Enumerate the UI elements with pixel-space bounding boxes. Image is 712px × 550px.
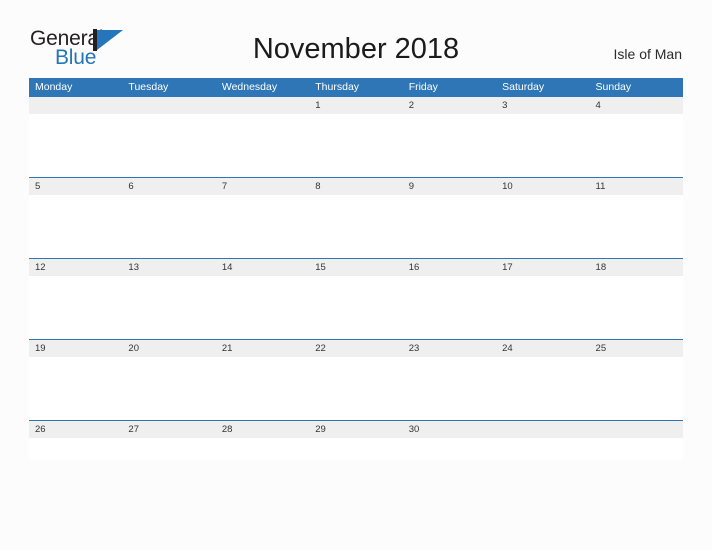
weekday-header-wednesday: Wednesday — [221, 81, 278, 93]
week-date-band: 26 27 28 29 30 — [29, 420, 683, 438]
day-cell[interactable]: 5 — [29, 178, 122, 195]
calendar-week-row: 19 20 21 22 23 24 25 — [29, 339, 683, 420]
day-cell[interactable]: 11 — [590, 178, 683, 195]
day-cell[interactable]: 9 — [403, 178, 496, 195]
day-cell[interactable]: 14 — [216, 259, 309, 276]
week-date-band: 19 20 21 22 23 24 25 — [29, 339, 683, 357]
weekday-header-friday: Friday — [408, 81, 438, 93]
day-cell[interactable]: 6 — [122, 178, 215, 195]
day-cell[interactable] — [216, 97, 309, 114]
day-cell[interactable]: 27 — [122, 421, 215, 438]
location-label: Isle of Man — [613, 46, 682, 62]
week-note-area[interactable] — [29, 114, 683, 177]
weekday-header-saturday: Saturday — [502, 81, 545, 93]
day-cell[interactable]: 2 — [403, 97, 496, 114]
day-cell[interactable]: 15 — [309, 259, 402, 276]
weekday-header-sunday: Sunday — [595, 81, 632, 93]
day-cell[interactable]: 8 — [309, 178, 402, 195]
page-title: November 2018 — [252, 33, 460, 65]
day-cell[interactable]: 19 — [29, 340, 122, 357]
day-cell[interactable]: 17 — [496, 259, 589, 276]
week-note-area[interactable] — [29, 276, 683, 339]
day-cell[interactable]: 26 — [29, 421, 122, 438]
weekday-header-thursday: Thursday — [315, 81, 360, 93]
weekday-header-monday: Monday — [35, 81, 73, 93]
day-cell[interactable]: 3 — [496, 97, 589, 114]
day-cell[interactable] — [122, 97, 215, 114]
calendar-table: Monday Tuesday Wednesday Thursday Friday… — [29, 78, 683, 460]
day-cell[interactable] — [496, 421, 589, 438]
day-cell[interactable]: 10 — [496, 178, 589, 195]
day-cell[interactable]: 30 — [403, 421, 496, 438]
week-note-area[interactable] — [29, 195, 683, 258]
calendar-week-row: 26 27 28 29 30 — [29, 420, 683, 460]
day-cell[interactable]: 24 — [496, 340, 589, 357]
day-cell[interactable] — [590, 421, 683, 438]
day-cell[interactable]: 12 — [29, 259, 122, 276]
day-cell[interactable]: 4 — [590, 97, 683, 114]
weekday-header-row: Monday Tuesday Wednesday Thursday Friday… — [29, 78, 683, 96]
weekday-header-tuesday: Tuesday — [128, 81, 169, 93]
day-cell[interactable]: 21 — [216, 340, 309, 357]
day-cell[interactable]: 18 — [590, 259, 683, 276]
day-cell[interactable]: 16 — [403, 259, 496, 276]
day-cell[interactable]: 7 — [216, 178, 309, 195]
calendar-week-row: 1 2 3 4 — [29, 96, 683, 177]
week-date-band: 1 2 3 4 — [29, 96, 683, 114]
week-date-band: 5 6 7 8 9 10 11 — [29, 177, 683, 195]
week-date-band: 12 13 14 15 16 17 18 — [29, 258, 683, 276]
day-cell[interactable]: 29 — [309, 421, 402, 438]
day-cell[interactable]: 28 — [216, 421, 309, 438]
day-cell[interactable]: 13 — [122, 259, 215, 276]
calendar-page: General Blue November 2018 Isle of Man M… — [0, 0, 712, 550]
day-cell[interactable]: 25 — [590, 340, 683, 357]
day-cell[interactable] — [29, 97, 122, 114]
page-header: General Blue November 2018 Isle of Man — [0, 0, 712, 78]
day-cell[interactable]: 20 — [122, 340, 215, 357]
calendar-week-row: 5 6 7 8 9 10 11 — [29, 177, 683, 258]
week-note-area[interactable] — [29, 357, 683, 420]
day-cell[interactable]: 1 — [309, 97, 402, 114]
week-note-area[interactable] — [29, 438, 683, 460]
calendar-week-row: 12 13 14 15 16 17 18 — [29, 258, 683, 339]
day-cell[interactable]: 22 — [309, 340, 402, 357]
day-cell[interactable]: 23 — [403, 340, 496, 357]
